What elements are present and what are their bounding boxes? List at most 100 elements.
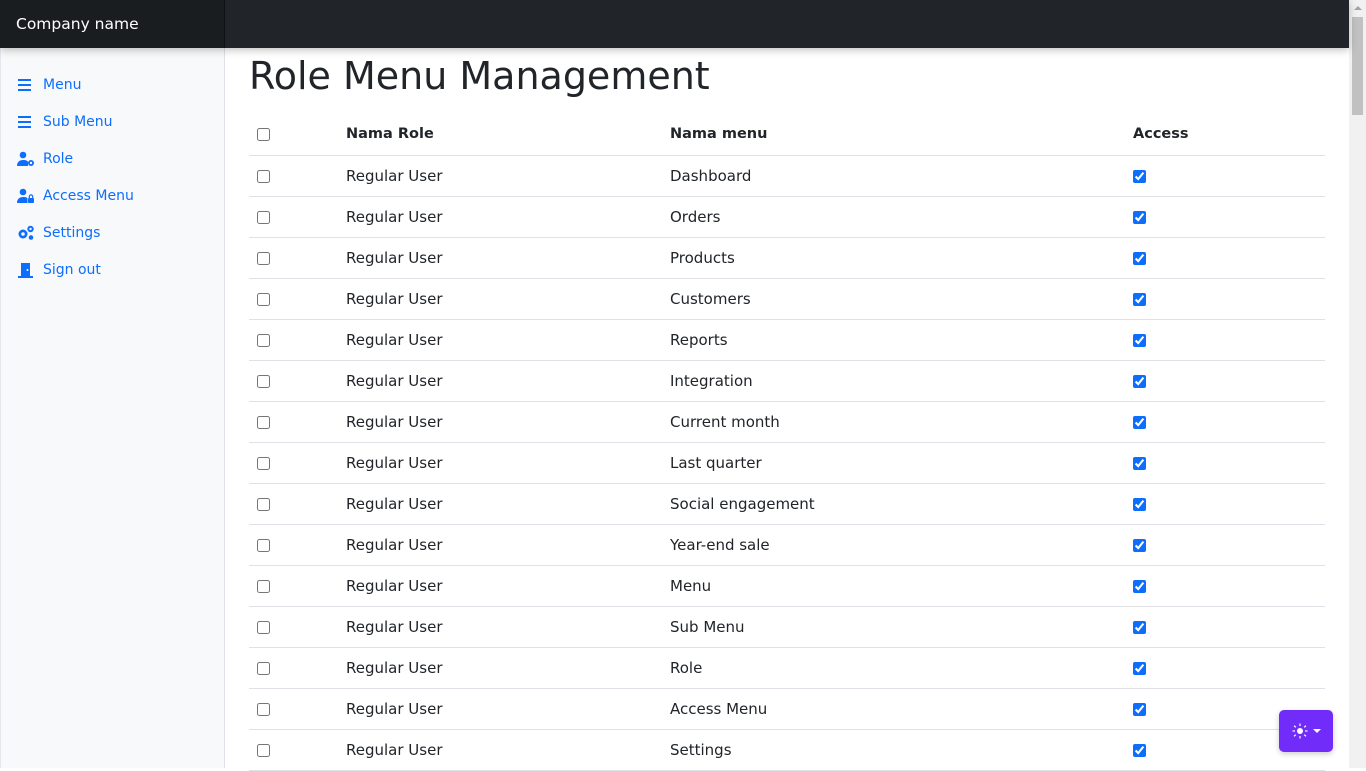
row-select-checkbox[interactable] (257, 702, 270, 716)
access-cell (1133, 237, 1325, 279)
access-checkbox[interactable] (1133, 702, 1146, 716)
menu-name-cell: Dashboard (670, 155, 1133, 197)
sidebar-item-sign-out[interactable]: Sign out (1, 251, 224, 288)
column-header-access: Access (1133, 114, 1325, 156)
row-select-cell (249, 155, 346, 197)
row-select-checkbox[interactable] (257, 538, 270, 552)
row-select-checkbox[interactable] (257, 374, 270, 388)
theme-toggle-button[interactable] (1279, 710, 1333, 752)
sidebar-item-settings[interactable]: Settings (1, 214, 224, 251)
access-checkbox[interactable] (1133, 210, 1146, 224)
table-row: Regular User Products (249, 237, 1325, 279)
row-select-checkbox[interactable] (257, 661, 270, 675)
menu-name-cell: Current month (670, 401, 1133, 443)
page-scrollbar[interactable] (1349, 0, 1366, 768)
row-select-checkbox[interactable] (257, 497, 270, 511)
role-name-cell: Regular User (346, 237, 670, 279)
row-select-cell (249, 278, 346, 320)
access-cell (1133, 196, 1325, 238)
row-select-cell (249, 524, 346, 566)
row-select-checkbox[interactable] (257, 333, 270, 347)
row-select-checkbox[interactable] (257, 292, 270, 306)
menu-name-cell: Reports (670, 319, 1133, 361)
menu-name-cell: Role (670, 647, 1133, 689)
menu-name-cell: Last quarter (670, 442, 1133, 484)
role-name-cell: Regular User (346, 401, 670, 443)
row-select-cell (249, 196, 346, 238)
sidebar-item-sub-menu[interactable]: Sub Menu (1, 103, 224, 140)
gears-icon (18, 225, 34, 240)
access-checkbox[interactable] (1133, 456, 1146, 470)
table-row: Regular User Dashboard (249, 155, 1325, 197)
table-row: Regular User Role (249, 647, 1325, 689)
access-checkbox[interactable] (1133, 251, 1146, 265)
role-name-cell: Regular User (346, 688, 670, 730)
row-select-cell (249, 360, 346, 402)
column-header-nama-menu: Nama menu (670, 114, 1133, 156)
table-row: Regular User Menu (249, 565, 1325, 607)
access-checkbox[interactable] (1133, 538, 1146, 552)
access-checkbox[interactable] (1133, 169, 1146, 183)
menu-name-cell: Orders (670, 196, 1133, 238)
role-name-cell: Regular User (346, 442, 670, 484)
column-header-nama-role: Nama Role (346, 114, 670, 156)
menu-name-cell: Access Menu (670, 688, 1133, 730)
row-select-checkbox[interactable] (257, 456, 270, 470)
row-select-checkbox[interactable] (257, 210, 270, 224)
sidebar-item-role[interactable]: Role (1, 140, 224, 177)
menu-name-cell: Settings (670, 729, 1133, 771)
table-row: Regular User Customers (249, 278, 1325, 320)
select-all-header (249, 114, 346, 156)
access-checkbox[interactable] (1133, 374, 1146, 388)
row-select-cell (249, 688, 346, 730)
row-select-checkbox[interactable] (257, 743, 270, 757)
access-cell (1133, 319, 1325, 361)
access-cell (1133, 401, 1325, 443)
sidebar: Menu Sub Menu Role Access Menu Settings … (0, 48, 225, 768)
sidebar-item-label: Sign out (43, 261, 101, 278)
role-name-cell: Regular User (346, 729, 670, 771)
row-select-checkbox[interactable] (257, 579, 270, 593)
row-select-checkbox[interactable] (257, 415, 270, 429)
access-checkbox[interactable] (1133, 292, 1146, 306)
select-all-checkbox[interactable] (257, 127, 270, 141)
row-select-cell (249, 606, 346, 648)
table-header-row: Nama Role Nama menu Access (249, 114, 1325, 156)
sidebar-item-access-menu[interactable]: Access Menu (1, 177, 224, 214)
menu-name-cell: Sub Menu (670, 606, 1133, 648)
sidebar-nav: Menu Sub Menu Role Access Menu Settings … (1, 48, 224, 288)
role-name-cell: Regular User (346, 155, 670, 197)
scroll-up-arrow[interactable] (1349, 0, 1366, 17)
role-name-cell: Regular User (346, 278, 670, 320)
access-checkbox[interactable] (1133, 333, 1146, 347)
sidebar-item-label: Access Menu (43, 187, 134, 204)
access-checkbox[interactable] (1133, 497, 1146, 511)
sidebar-item-menu[interactable]: Menu (1, 66, 224, 103)
row-select-checkbox[interactable] (257, 620, 270, 634)
row-select-checkbox[interactable] (257, 169, 270, 183)
role-name-cell: Regular User (346, 524, 670, 566)
row-select-cell (249, 483, 346, 525)
access-cell (1133, 647, 1325, 689)
row-select-cell (249, 729, 346, 771)
row-select-cell (249, 319, 346, 361)
row-select-checkbox[interactable] (257, 251, 270, 265)
table-row: Regular User Reports (249, 319, 1325, 361)
access-checkbox[interactable] (1133, 415, 1146, 429)
access-checkbox[interactable] (1133, 620, 1146, 634)
access-checkbox[interactable] (1133, 661, 1146, 675)
user-gear-icon (17, 151, 34, 166)
door-exit-icon (18, 262, 33, 278)
access-cell (1133, 278, 1325, 320)
scrollbar-thumb[interactable] (1352, 17, 1363, 115)
row-select-cell (249, 565, 346, 607)
role-menu-table: Nama Role Nama menu Access Regular User D… (249, 114, 1325, 771)
access-checkbox[interactable] (1133, 579, 1146, 593)
menu-name-cell: Menu (670, 565, 1133, 607)
access-cell (1133, 442, 1325, 484)
menu-name-cell: Social engagement (670, 483, 1133, 525)
menu-name-cell: Year-end sale (670, 524, 1133, 566)
table-row: Regular User Sub Menu (249, 606, 1325, 648)
brand-name[interactable]: Company name (0, 0, 225, 48)
access-checkbox[interactable] (1133, 743, 1146, 757)
